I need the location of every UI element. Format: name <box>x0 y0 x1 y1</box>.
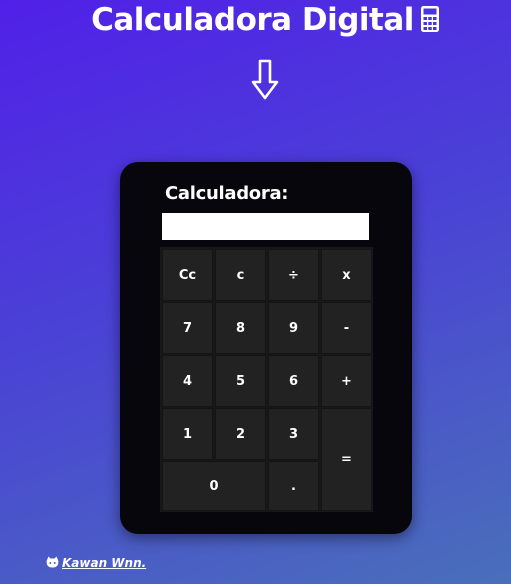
four-button[interactable]: 4 <box>162 355 213 407</box>
calculator-display[interactable] <box>162 213 369 240</box>
clear-all-button[interactable]: Cc <box>162 249 213 301</box>
multiply-button[interactable]: x <box>321 249 372 301</box>
clear-button[interactable]: c <box>215 249 266 301</box>
seven-button[interactable]: 7 <box>162 302 213 354</box>
equals-button[interactable]: = <box>321 408 372 511</box>
five-button[interactable]: 5 <box>215 355 266 407</box>
two-button[interactable]: 2 <box>215 408 266 460</box>
eight-button[interactable]: 8 <box>215 302 266 354</box>
three-button[interactable]: 3 <box>268 408 319 460</box>
calculator-icon <box>420 5 440 33</box>
arrow-down-icon <box>250 58 280 102</box>
one-button[interactable]: 1 <box>162 408 213 460</box>
six-button[interactable]: 6 <box>268 355 319 407</box>
github-icon <box>46 556 59 568</box>
minus-button[interactable]: - <box>321 302 372 354</box>
zero-button[interactable]: 0 <box>162 461 266 511</box>
author-credit-text: Kawan Wnn. <box>62 556 147 570</box>
nine-button[interactable]: 9 <box>268 302 319 354</box>
calculator: Calculadora: Cc c ÷ x 7 8 9 - 4 5 6 + 1 … <box>120 162 412 534</box>
divide-button[interactable]: ÷ <box>268 249 319 301</box>
page-title-text: Calculadora Digital <box>91 2 414 38</box>
plus-button[interactable]: + <box>321 355 372 407</box>
decimal-point-button[interactable]: . <box>268 461 319 511</box>
page-title: Calculadora Digital <box>0 2 511 38</box>
author-credit-link[interactable]: Kawan Wnn. <box>46 556 146 570</box>
keypad: Cc c ÷ x 7 8 9 - 4 5 6 + 1 2 3 = 0 . <box>160 247 373 512</box>
calculator-label: Calculadora: <box>165 183 289 204</box>
